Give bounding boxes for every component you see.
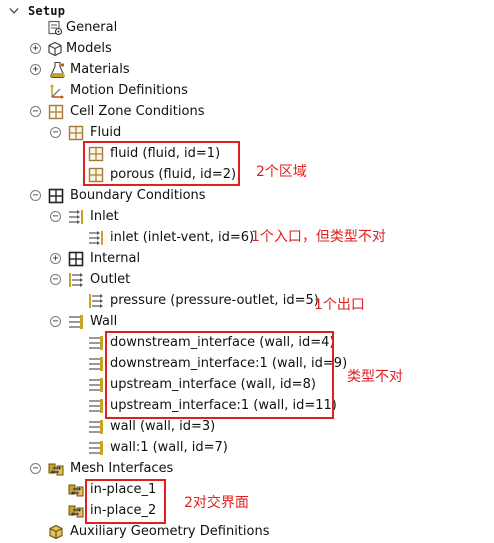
mesh-interface-icon (68, 503, 84, 519)
collapse-toggle-icon[interactable]: − (50, 127, 61, 138)
tree-row-boundary[interactable]: − Boundary Conditions (0, 186, 494, 207)
models-cube-icon (47, 41, 63, 57)
aux-geometry-icon (48, 524, 64, 540)
tree-row-fluid[interactable]: − Fluid (0, 123, 494, 144)
tree-row-wall-item[interactable]: wall:1 (wall, id=7) (0, 438, 494, 459)
tree-row-wall[interactable]: − Wall (0, 312, 494, 333)
expand-toggle-icon[interactable]: + (50, 253, 61, 264)
wall-icon (68, 314, 84, 330)
general-settings-icon (47, 20, 63, 36)
collapse-toggle-icon[interactable]: − (30, 190, 41, 201)
inlet-icon (88, 230, 104, 246)
tree-row-motion[interactable]: Motion Definitions (0, 81, 494, 102)
expand-toggle-icon[interactable]: + (30, 64, 41, 75)
tree-row-outlet[interactable]: − Outlet (0, 270, 494, 291)
tree-row-inlet[interactable]: − Inlet (0, 207, 494, 228)
wall-icon (88, 356, 104, 372)
tree-label-internal: Internal (90, 251, 141, 266)
tree-label-zone: fluid (fluid, id=1) (110, 146, 221, 161)
expand-toggle-icon[interactable]: + (30, 43, 41, 54)
tree-label-wall: Wall (90, 314, 118, 329)
tree-label-mesh-interfaces: Mesh Interfaces (70, 461, 174, 476)
tree-label-outlet-item: pressure (pressure-outlet, id=5) (110, 293, 319, 308)
collapse-toggle-icon[interactable]: − (50, 316, 61, 327)
tree-label-interface: in-place_2 (90, 503, 157, 518)
tree-label-wall-item: upstream_interface:1 (wall, id=11) (110, 398, 337, 413)
motion-axes-icon (49, 83, 65, 99)
tree-label-fluid: Fluid (90, 125, 122, 140)
wall-icon (88, 440, 104, 456)
mesh-interface-icon (48, 461, 64, 477)
tree-label-materials: Materials (70, 62, 130, 77)
tree-label-setup: Setup (28, 4, 66, 18)
annotation-note-wall: 类型不对 (347, 369, 403, 385)
tree-row-general[interactable]: General (0, 18, 494, 39)
tree-label-wall-item: wall:1 (wall, id=7) (110, 440, 228, 455)
cell-zone-icon (88, 167, 104, 183)
tree-label-motion: Motion Definitions (70, 83, 188, 98)
annotation-note-inlet: 1个入口，但类型不对 (251, 229, 386, 245)
tree-row-inlet-item[interactable]: inlet (inlet-vent, id=6) (0, 228, 494, 249)
tree-row-mesh-interfaces[interactable]: − Mesh Interfaces (0, 459, 494, 480)
tree-row-wall-item[interactable]: upstream_interface:1 (wall, id=11) (0, 396, 494, 417)
tree-label-wall-item: upstream_interface (wall, id=8) (110, 377, 316, 392)
cell-zone-icon (48, 104, 64, 120)
annotation-note-outlet: 1个出口 (314, 297, 365, 313)
cell-zone-icon (88, 146, 104, 162)
tree-row-materials[interactable]: + Materials (0, 60, 494, 81)
tree-label-inlet-item: inlet (inlet-vent, id=6) (110, 230, 255, 245)
tree-row-cell-zones[interactable]: − Cell Zone Conditions (0, 102, 494, 123)
collapse-toggle-icon[interactable]: − (50, 274, 61, 285)
wall-icon (88, 377, 104, 393)
tree-label-wall-item: wall (wall, id=3) (110, 419, 216, 434)
tree-row-wall-item[interactable]: upstream_interface (wall, id=8) (0, 375, 494, 396)
tree-label-cell-zones: Cell Zone Conditions (70, 104, 205, 119)
tree-row-wall-item[interactable]: downstream_interface (wall, id=4) (0, 333, 494, 354)
collapse-toggle-icon[interactable]: − (50, 211, 61, 222)
wall-icon (88, 335, 104, 351)
mesh-interface-icon (68, 482, 84, 498)
materials-flask-icon (49, 61, 65, 79)
boundary-conditions-icon (48, 188, 64, 204)
cell-zone-icon (68, 125, 84, 141)
tree-row-zone-fluid[interactable]: fluid (fluid, id=1) (0, 144, 494, 165)
tree-label-inlet: Inlet (90, 209, 119, 224)
inlet-icon (68, 209, 84, 225)
wall-icon (88, 398, 104, 414)
tree-label-interface: in-place_1 (90, 482, 157, 497)
tree-row-models[interactable]: + Models (0, 39, 494, 60)
tree-row-zone-porous[interactable]: porous (fluid, id=2) (0, 165, 494, 186)
tree-label-aux-geometry: Auxiliary Geometry Definitions (70, 524, 270, 539)
tree-label-wall-item: downstream_interface (wall, id=4) (110, 335, 335, 350)
chevron-down-icon[interactable] (8, 5, 20, 17)
tree-row-internal[interactable]: + Internal (0, 249, 494, 270)
collapse-toggle-icon[interactable]: − (30, 106, 41, 117)
tree-label-wall-item: downstream_interface:1 (wall, id=9) (110, 356, 348, 371)
tree-label-models: Models (66, 41, 112, 56)
tree-label-zone: porous (fluid, id=2) (110, 167, 237, 182)
outlet-icon (68, 272, 84, 288)
wall-icon (88, 419, 104, 435)
outlet-icon (88, 293, 104, 309)
tree-row-wall-item[interactable]: wall (wall, id=3) (0, 417, 494, 438)
tree-label-outlet: Outlet (90, 272, 131, 287)
tree-label-general: General (66, 20, 118, 35)
annotation-note-interfaces: 2对交界面 (184, 495, 249, 511)
internal-icon (68, 251, 84, 267)
tree-row-outlet-item[interactable]: pressure (pressure-outlet, id=5) (0, 291, 494, 312)
tree-row-aux-geometry[interactable]: Auxiliary Geometry Definitions (0, 522, 494, 543)
collapse-toggle-icon[interactable]: − (30, 463, 41, 474)
tree-label-boundary: Boundary Conditions (70, 188, 206, 203)
tree-row-wall-item[interactable]: downstream_interface:1 (wall, id=9) (0, 354, 494, 375)
annotation-note-zones: 2个区域 (256, 164, 307, 180)
